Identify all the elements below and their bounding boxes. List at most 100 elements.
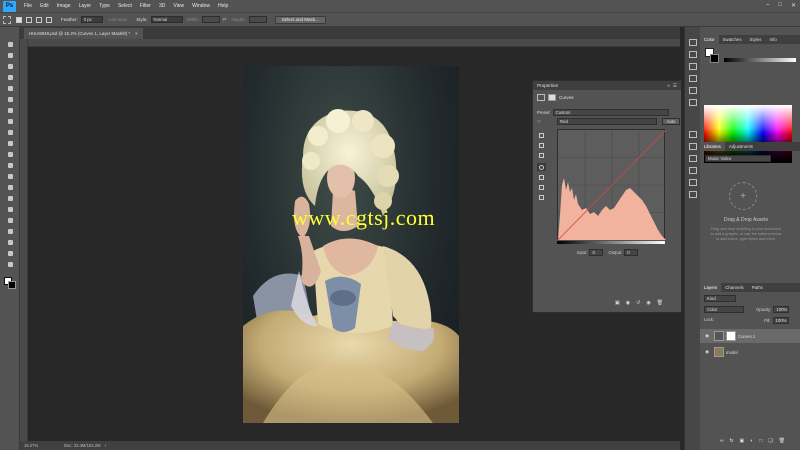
- fill-field[interactable]: 100%: [772, 317, 789, 324]
- paragraph-panel-icon[interactable]: [689, 99, 697, 106]
- tool-presets-icon[interactable]: [689, 143, 697, 150]
- history-brush-icon[interactable]: [4, 138, 16, 148]
- tab-info[interactable]: Info: [766, 35, 781, 44]
- crop-tool-icon[interactable]: [4, 83, 16, 93]
- actions-panel-icon[interactable]: [689, 51, 697, 58]
- visibility-icon[interactable]: ◉: [646, 300, 650, 306]
- close-tab-icon[interactable]: ×: [135, 31, 138, 36]
- tab-libraries[interactable]: Libraries: [700, 142, 725, 151]
- add-selection-icon[interactable]: [26, 16, 32, 23]
- blend-mode-select[interactable]: Color: [704, 306, 744, 313]
- brightness-slider[interactable]: [724, 58, 796, 62]
- pen-tool-icon[interactable]: [4, 193, 16, 203]
- opacity-field[interactable]: 100%: [773, 306, 790, 313]
- tab-channels[interactable]: Channels: [721, 283, 748, 292]
- subtract-selection-icon[interactable]: [36, 16, 42, 23]
- menu-filter[interactable]: Filter: [140, 3, 151, 9]
- smooth-icon[interactable]: [537, 183, 546, 191]
- pencil-tool-icon[interactable]: [537, 173, 546, 181]
- feather-input[interactable]: 0 px: [80, 16, 103, 23]
- tab-adjustments[interactable]: Adjustments: [725, 142, 757, 151]
- gradient-tool-icon[interactable]: [4, 160, 16, 170]
- close-icon[interactable]: ✕: [791, 2, 796, 9]
- properties-panel-icon[interactable]: [689, 155, 697, 162]
- style-select[interactable]: Normal: [150, 16, 183, 23]
- reset-icon[interactable]: ↺: [636, 300, 640, 306]
- menu-window[interactable]: Window: [192, 3, 210, 9]
- clipping-warning-icon[interactable]: [537, 193, 546, 201]
- new-layer-icon[interactable]: ❏: [768, 438, 772, 444]
- brush-preset-icon[interactable]: [689, 63, 697, 70]
- brush-tool-icon[interactable]: [4, 116, 16, 126]
- input-field[interactable]: 0: [589, 249, 604, 256]
- background-color-swatch[interactable]: [710, 54, 719, 63]
- tab-color[interactable]: Color: [700, 35, 719, 44]
- shape-tool-icon[interactable]: [4, 226, 16, 236]
- glyphs-panel-icon[interactable]: [689, 131, 697, 138]
- tab-swatches[interactable]: Swatches: [719, 35, 746, 44]
- menu-type[interactable]: Type: [99, 3, 110, 9]
- mask-thumbnail[interactable]: [726, 331, 736, 341]
- eyedropper-tool-icon[interactable]: [4, 94, 16, 104]
- sample-gray-icon[interactable]: [537, 141, 546, 149]
- preset-select[interactable]: Custom: [552, 109, 669, 116]
- move-tool-icon[interactable]: [4, 39, 16, 49]
- tab-paths[interactable]: Paths: [748, 283, 767, 292]
- layer-style-icon[interactable]: fx: [730, 438, 734, 444]
- add-mask-icon[interactable]: ▣: [739, 438, 744, 444]
- marquee-tool-icon[interactable]: [0, 15, 14, 24]
- menu-edit[interactable]: Edit: [40, 3, 49, 9]
- auto-button[interactable]: Auto: [662, 118, 680, 125]
- new-group-icon[interactable]: □: [759, 438, 762, 444]
- layer-filter-select[interactable]: Kind: [704, 295, 736, 302]
- menu-view[interactable]: View: [173, 3, 184, 9]
- edit-toolbar-icon[interactable]: [4, 259, 16, 269]
- menu-help[interactable]: Help: [218, 3, 228, 9]
- maximize-icon[interactable]: □: [778, 2, 782, 9]
- status-menu-arrow-icon[interactable]: ›: [105, 443, 107, 449]
- select-and-mask-button[interactable]: Select and Mask...: [274, 15, 326, 24]
- view-previous-icon[interactable]: ◉: [626, 300, 630, 306]
- output-field[interactable]: 0: [624, 249, 639, 256]
- healing-brush-icon[interactable]: [4, 105, 16, 115]
- antialias-checkbox[interactable]: Anti-alias: [109, 17, 128, 22]
- paths-panel-icon[interactable]: [689, 179, 697, 186]
- menu-image[interactable]: Image: [57, 3, 71, 9]
- width-input[interactable]: [202, 16, 221, 23]
- target-adjust-icon[interactable]: ☞: [537, 119, 546, 125]
- curve-point-tool-icon[interactable]: [537, 163, 546, 171]
- tab-styles[interactable]: Styles: [746, 35, 766, 44]
- link-layers-icon[interactable]: ∞: [720, 438, 724, 444]
- tab-layers[interactable]: Layers: [700, 283, 722, 292]
- lasso-tool-icon[interactable]: [4, 61, 16, 71]
- layer-name[interactable]: model: [726, 350, 738, 355]
- background-color-icon[interactable]: [8, 281, 16, 289]
- layer-name[interactable]: Curves 1: [738, 334, 755, 339]
- marquee-tool-icon[interactable]: [4, 50, 16, 60]
- curves-graph[interactable]: [557, 129, 667, 241]
- quick-select-tool-icon[interactable]: [4, 72, 16, 82]
- sample-black-icon[interactable]: [537, 131, 546, 139]
- history-panel-icon[interactable]: [689, 39, 697, 46]
- panel-menu-icon[interactable]: ☰: [673, 83, 677, 89]
- minimize-icon[interactable]: –: [766, 2, 769, 9]
- eraser-tool-icon[interactable]: [4, 149, 16, 159]
- document-image[interactable]: [243, 66, 459, 423]
- sample-white-icon[interactable]: [537, 151, 546, 159]
- new-adjustment-icon[interactable]: ◐: [750, 438, 753, 444]
- type-tool-icon[interactable]: [4, 204, 16, 214]
- layer-row[interactable]: ◉ model: [700, 345, 800, 359]
- menu-layer[interactable]: Layer: [79, 3, 92, 9]
- character-panel-icon[interactable]: [689, 87, 697, 94]
- collapse-panel-icon[interactable]: «: [667, 83, 670, 89]
- visibility-eye-icon[interactable]: ◉: [703, 333, 711, 339]
- hand-tool-icon[interactable]: [4, 237, 16, 247]
- zoom-tool-icon[interactable]: [4, 248, 16, 258]
- visibility-eye-icon[interactable]: ◉: [703, 349, 711, 355]
- info-panel-icon[interactable]: [689, 191, 697, 198]
- zoom-level[interactable]: 15.27%: [24, 443, 54, 448]
- swap-icon[interactable]: ⇄: [222, 17, 226, 23]
- path-select-icon[interactable]: [4, 215, 16, 225]
- delete-layer-icon[interactable]: 🗑: [779, 438, 785, 444]
- document-tab[interactable]: HISA9949.psd @ 15.2% (Curves 1, Layer Ma…: [24, 28, 143, 39]
